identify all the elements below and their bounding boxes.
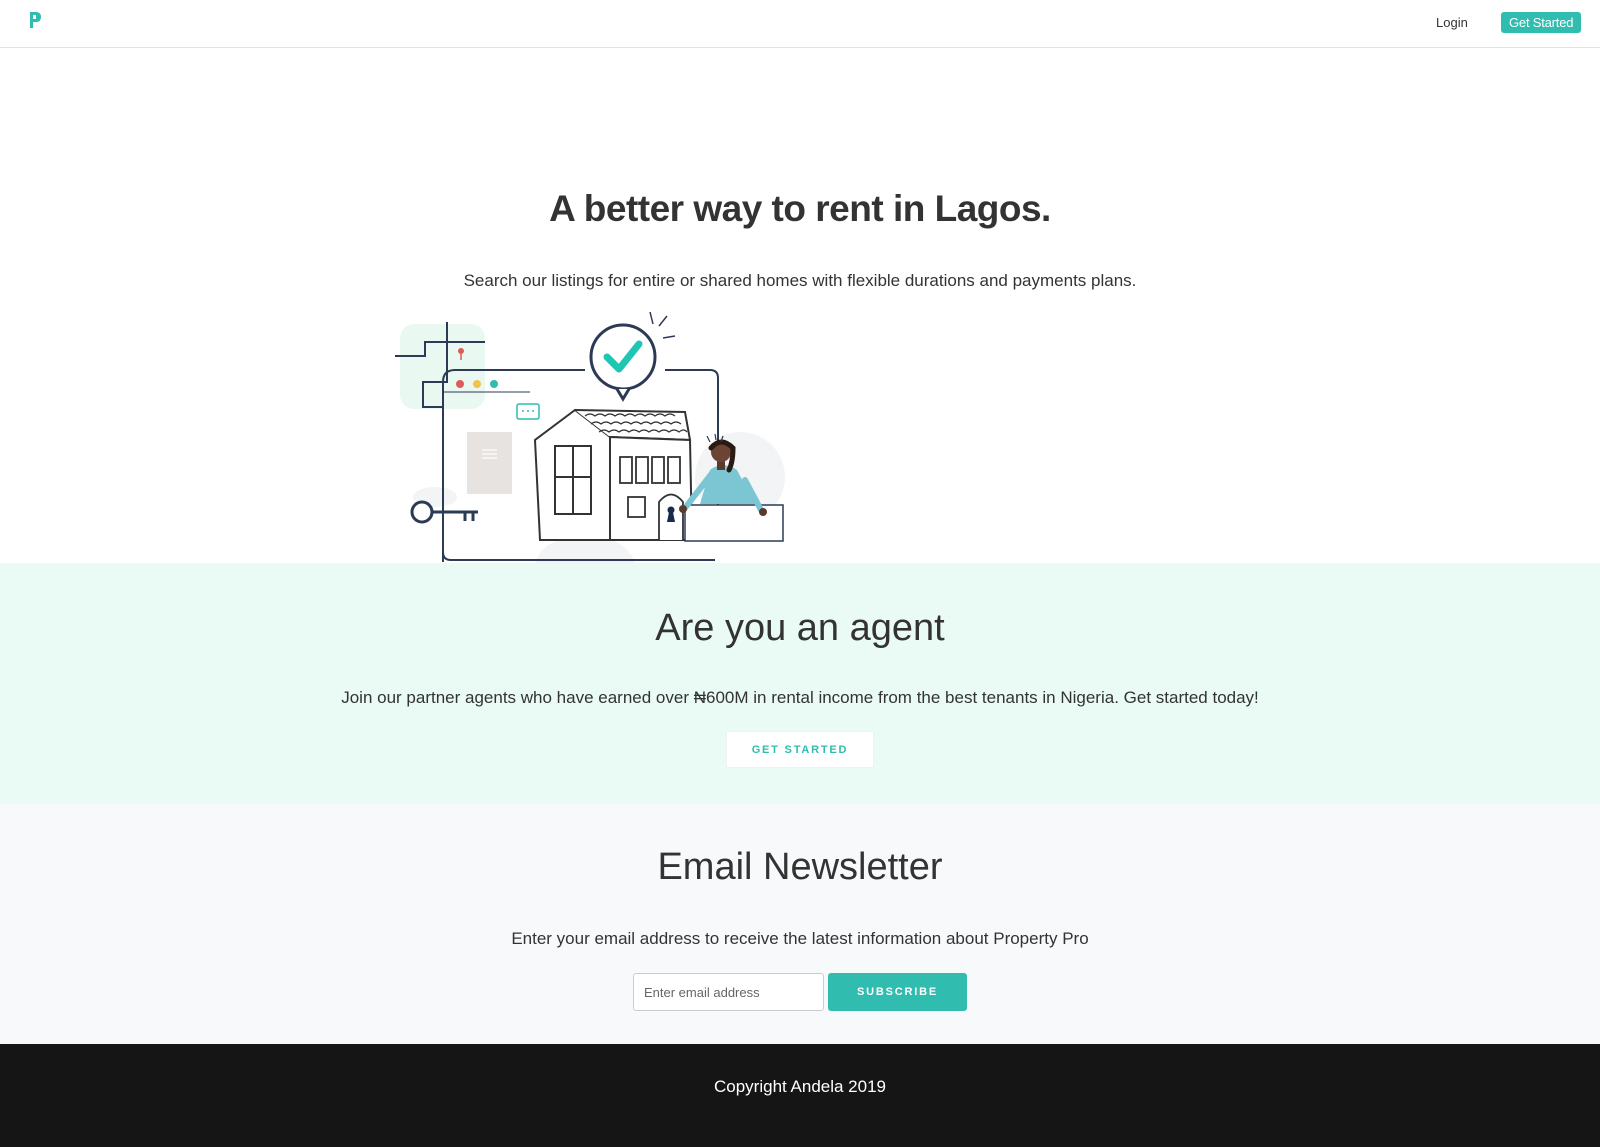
property-pro-logo-icon[interactable] <box>28 10 42 30</box>
agent-section: Are you an agent Join our partner agents… <box>0 563 1600 804</box>
copyright-text: Copyright Andela 2019 <box>713 1077 887 1096</box>
house-rental-illustration <box>395 312 785 599</box>
subscribe-button[interactable]: SUBSCRIBE <box>828 973 967 1011</box>
email-input[interactable] <box>633 973 824 1011</box>
agent-title: Are you an agent <box>655 607 945 649</box>
footer: Copyright Andela 2019 <box>0 1044 1600 1147</box>
hero-title: A better way to rent in Lagos. <box>549 188 1051 229</box>
newsletter-section: Email Newsletter Enter your email addres… <box>0 804 1600 1044</box>
hero-subtitle: Search our listings for entire or shared… <box>463 271 1137 290</box>
top-nav: Login Get Started <box>0 0 1600 48</box>
newsletter-title: Email Newsletter <box>657 846 943 888</box>
agent-text: Join our partner agents who have earned … <box>341 688 1259 707</box>
agent-get-started-button[interactable]: GET STARTED <box>726 731 874 768</box>
newsletter-text: Enter your email address to receive the … <box>511 929 1089 948</box>
hero-section: A better way to rent in Lagos. Search ou… <box>0 48 1600 599</box>
login-link[interactable]: Login <box>1436 15 1468 30</box>
get-started-nav-button[interactable]: Get Started <box>1501 12 1582 33</box>
